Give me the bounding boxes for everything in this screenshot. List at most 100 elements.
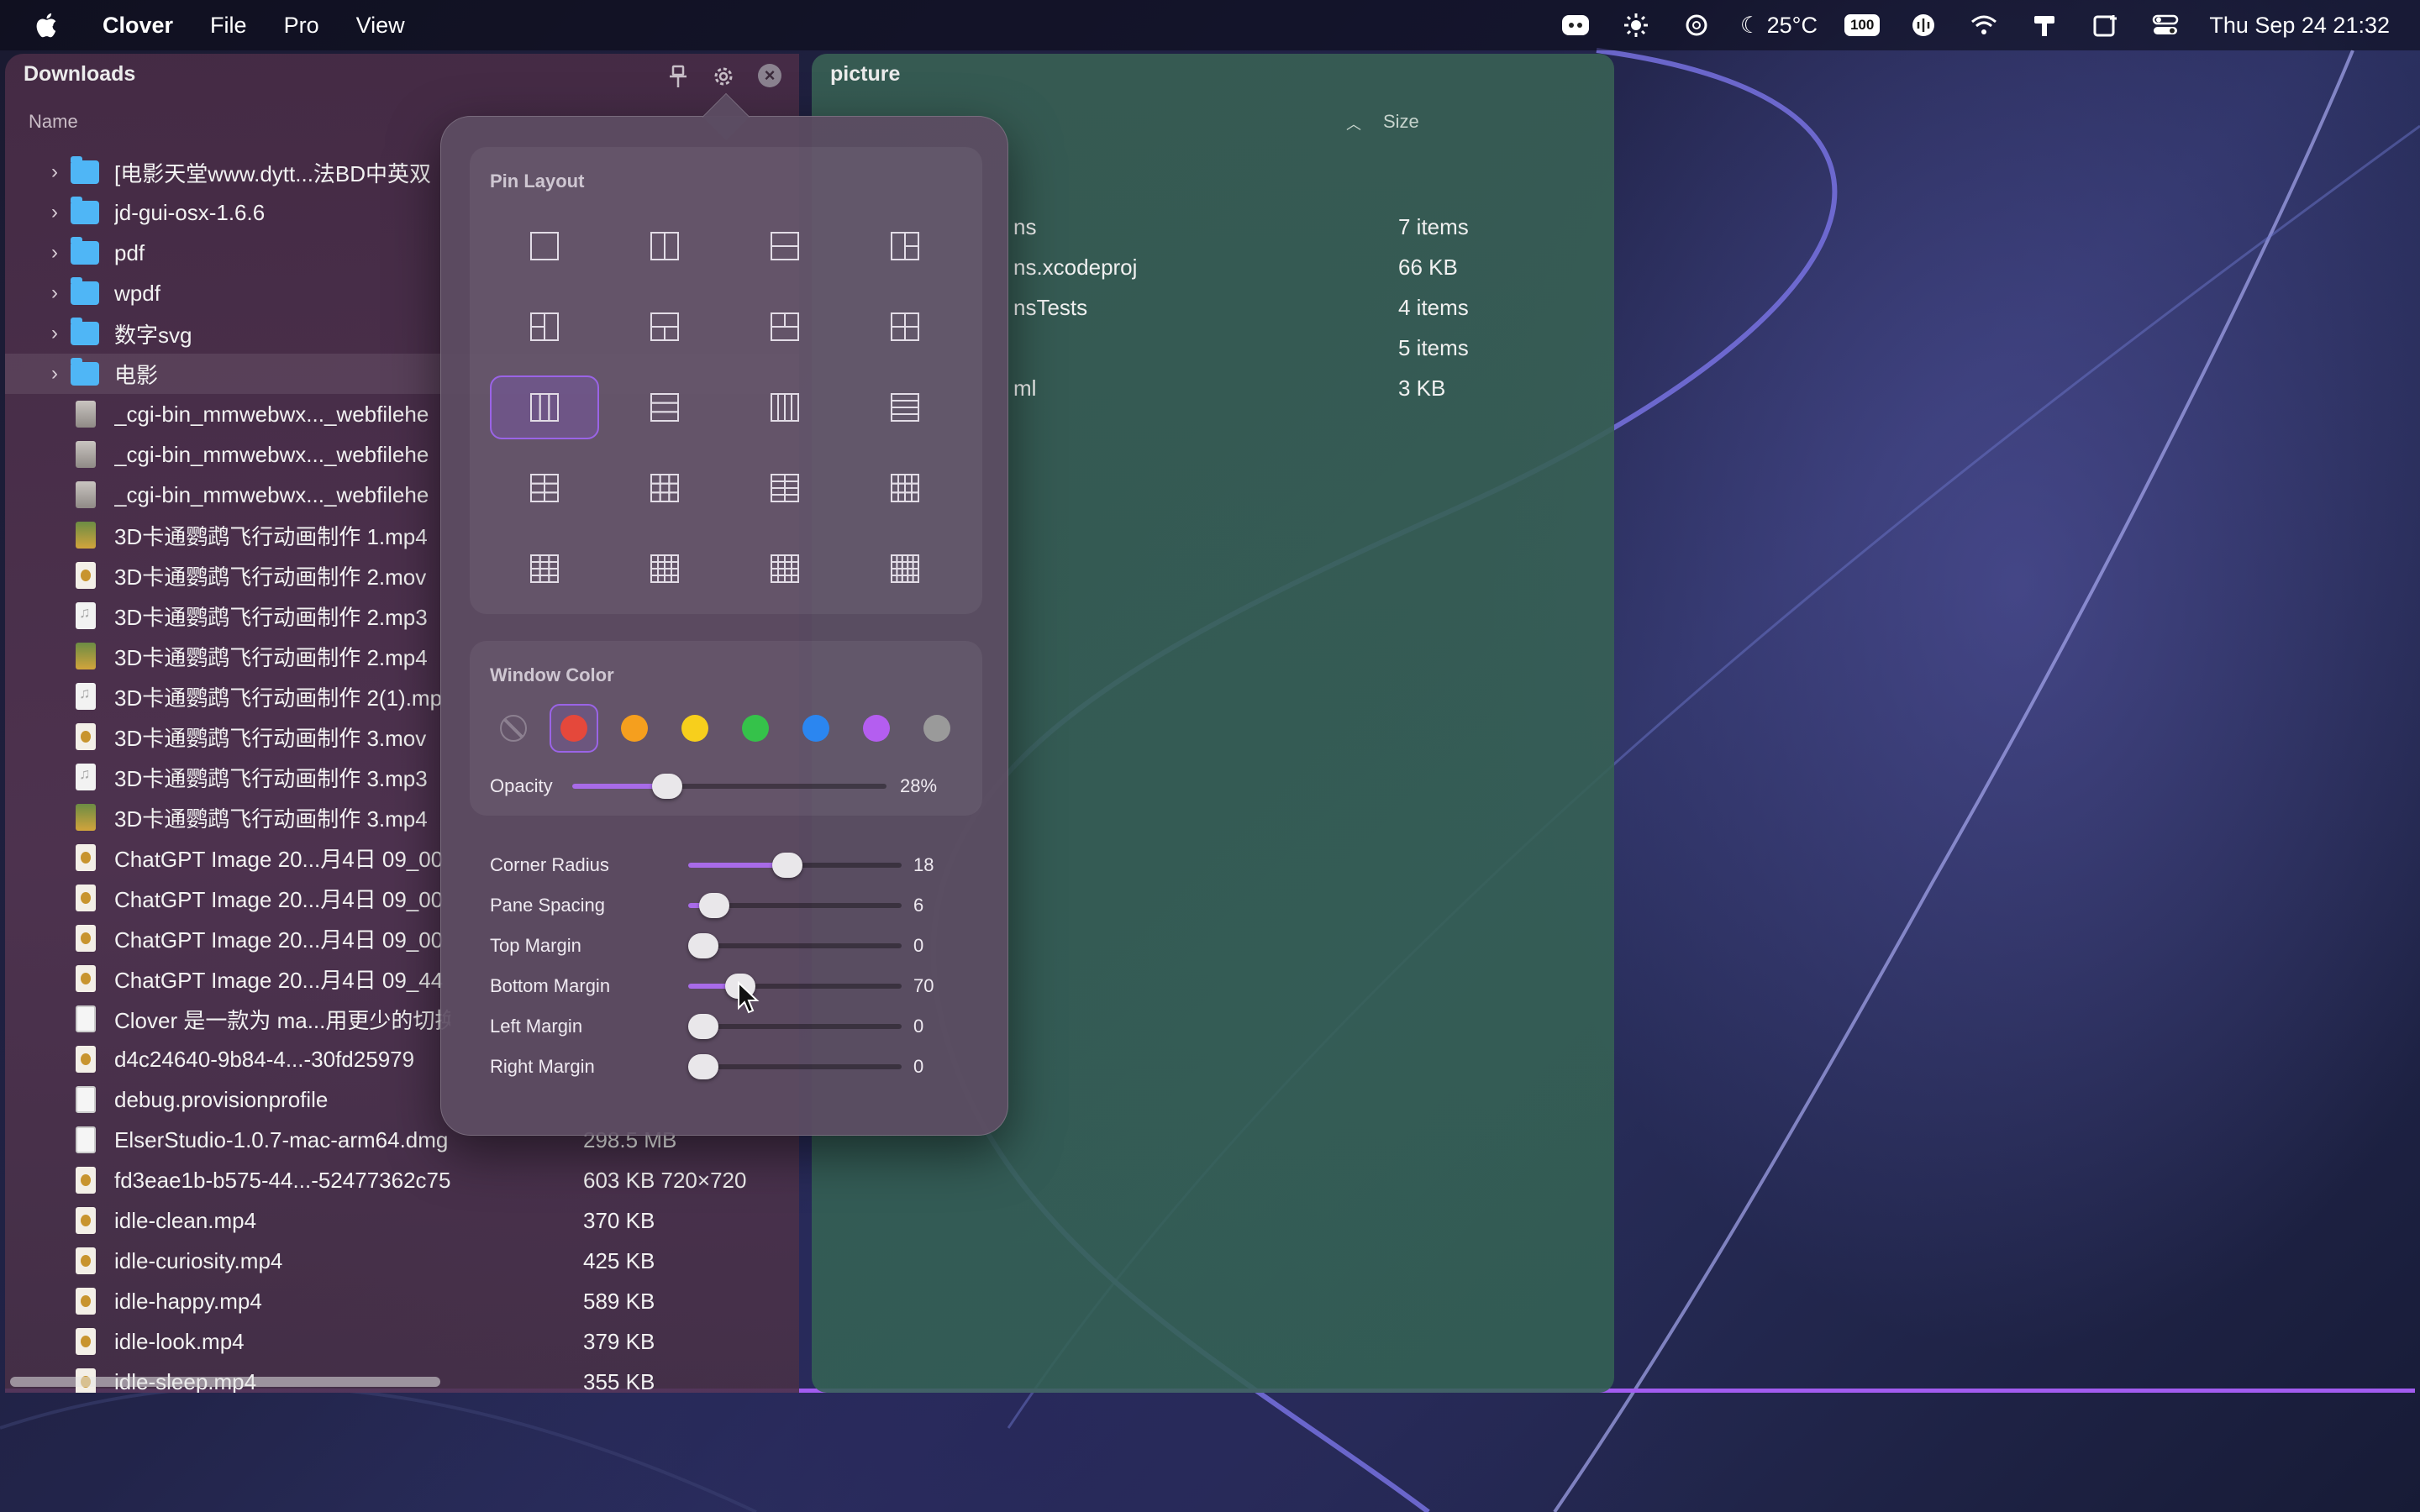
- color-swatch[interactable]: [681, 715, 708, 742]
- layout-grid-icon: [891, 554, 920, 583]
- layout-option[interactable]: [610, 537, 719, 601]
- openai-icon[interactable]: [1680, 12, 1713, 39]
- control-center-icon[interactable]: [2149, 12, 2182, 39]
- layout-option[interactable]: [610, 456, 719, 520]
- list-item[interactable]: idle-curiosity.mp4 425 KB: [5, 1241, 799, 1281]
- list-item[interactable]: idle-happy.mp4 589 KB: [5, 1281, 799, 1321]
- close-icon[interactable]: ×: [758, 64, 781, 87]
- file-size: 379 KB: [583, 1328, 655, 1354]
- size-column-header[interactable]: Size: [1383, 111, 1419, 133]
- layout-option[interactable]: [850, 537, 960, 601]
- list-item[interactable]: ns 7 items: [1013, 206, 1602, 246]
- layout-grid-icon: [650, 232, 679, 260]
- layout-option[interactable]: [850, 375, 960, 439]
- file-name: 数字svg: [114, 322, 192, 348]
- layout-option[interactable]: [850, 295, 960, 359]
- layout-option[interactable]: [850, 214, 960, 278]
- app-menu[interactable]: Clover: [94, 13, 192, 39]
- note-icon[interactable]: [2088, 12, 2122, 39]
- layout-option[interactable]: [730, 537, 839, 601]
- audio-icon[interactable]: [1907, 12, 1940, 39]
- disclosure-chevron-icon[interactable]: ›: [42, 362, 67, 386]
- color-swatch[interactable]: [742, 715, 769, 742]
- list-item[interactable]: 5 items: [1013, 327, 1602, 367]
- file-icon: [76, 723, 96, 750]
- list-item[interactable]: idle-look.mp4 379 KB: [5, 1321, 799, 1362]
- pane-title: picture: [830, 62, 901, 86]
- layout-option[interactable]: [490, 295, 599, 359]
- layout-grid-icon: [891, 312, 919, 341]
- file-icon: [76, 643, 96, 669]
- folder-icon: [71, 358, 99, 386]
- name-column-header[interactable]: Name: [29, 111, 78, 133]
- no-color-swatch[interactable]: [500, 715, 527, 742]
- brightness-icon[interactable]: [1619, 12, 1653, 39]
- layout-option[interactable]: [610, 214, 719, 278]
- file-name: 3D卡通鹦鹉飞行动画制作 2.mp3: [114, 604, 428, 630]
- color-swatch[interactable]: [621, 715, 648, 742]
- slider-knob[interactable]: [688, 1054, 718, 1079]
- disclosure-chevron-icon[interactable]: ›: [42, 241, 67, 265]
- margin-slider[interactable]: [688, 933, 902, 958]
- opacity-label: Opacity: [490, 775, 553, 796]
- layout-option[interactable]: [730, 375, 839, 439]
- slider-value: 0: [913, 1056, 924, 1077]
- slider-label: Right Margin: [490, 1056, 595, 1077]
- layout-option[interactable]: [610, 375, 719, 439]
- layout-option[interactable]: [610, 295, 719, 359]
- clock[interactable]: Thu Sep 24 21:32: [2209, 13, 2390, 39]
- folder-icon: [71, 237, 99, 265]
- margin-slider[interactable]: [688, 893, 902, 918]
- layout-option[interactable]: [730, 295, 839, 359]
- pro-menu[interactable]: Pro: [266, 13, 338, 39]
- color-swatch[interactable]: [802, 715, 829, 742]
- color-swatch[interactable]: [560, 715, 587, 742]
- file-icon: [76, 683, 96, 710]
- disclosure-chevron-icon[interactable]: ›: [42, 322, 67, 345]
- weather-widget[interactable]: ☾ 25°C: [1740, 13, 1818, 39]
- slider-knob[interactable]: [772, 853, 803, 878]
- layout-option[interactable]: [850, 456, 960, 520]
- slider-knob[interactable]: [699, 893, 730, 918]
- pin-icon[interactable]: [666, 64, 691, 89]
- slider-knob[interactable]: [688, 933, 718, 958]
- sort-chevron-icon[interactable]: ︿: [1346, 113, 1361, 134]
- layout-option[interactable]: [490, 537, 599, 601]
- disclosure-chevron-icon[interactable]: ›: [42, 160, 67, 184]
- horizontal-scrollbar[interactable]: [10, 1377, 440, 1387]
- window-color-section: Window Color Opacity 28%: [470, 641, 982, 816]
- margin-slider[interactable]: [688, 974, 902, 999]
- layout-option[interactable]: [730, 214, 839, 278]
- slider-knob[interactable]: [688, 1014, 718, 1039]
- layout-option[interactable]: [490, 456, 599, 520]
- list-item[interactable]: nsTests 4 items: [1013, 286, 1602, 327]
- layout-option[interactable]: [490, 375, 599, 439]
- file-icon: [76, 562, 96, 589]
- list-item[interactable]: idle-clean.mp4 370 KB: [5, 1200, 799, 1241]
- list-item[interactable]: fd3eae1b-b575-44...-52477362c757.png 603 …: [5, 1160, 799, 1200]
- disclosure-chevron-icon[interactable]: ›: [42, 281, 67, 305]
- gear-icon[interactable]: [709, 62, 738, 91]
- view-menu[interactable]: View: [338, 13, 424, 39]
- margin-slider[interactable]: [688, 853, 902, 878]
- layout-option[interactable]: [730, 456, 839, 520]
- wifi-icon[interactable]: [1967, 12, 2001, 39]
- file-menu[interactable]: File: [192, 13, 266, 39]
- apple-menu-icon[interactable]: [34, 11, 62, 39]
- hammer-icon[interactable]: [2028, 12, 2061, 39]
- battery-icon[interactable]: 100: [1844, 14, 1881, 36]
- layout-grid-icon: [891, 474, 919, 503]
- file-size: 7 items: [1398, 214, 1469, 239]
- opacity-slider[interactable]: [572, 774, 886, 799]
- margin-slider[interactable]: [688, 1014, 902, 1039]
- color-swatch[interactable]: [863, 715, 890, 742]
- mascot-icon[interactable]: [1559, 12, 1592, 39]
- list-item[interactable]: ml 3 KB: [1013, 367, 1602, 407]
- disclosure-chevron-icon[interactable]: ›: [42, 201, 67, 224]
- list-item[interactable]: ns.xcodeproj 66 KB: [1013, 246, 1602, 286]
- color-swatch[interactable]: [923, 715, 950, 742]
- margin-slider[interactable]: [688, 1054, 902, 1079]
- file-name: debug.provisionprofile: [114, 1086, 329, 1112]
- layout-option[interactable]: [490, 214, 599, 278]
- slider-knob[interactable]: [651, 774, 682, 799]
